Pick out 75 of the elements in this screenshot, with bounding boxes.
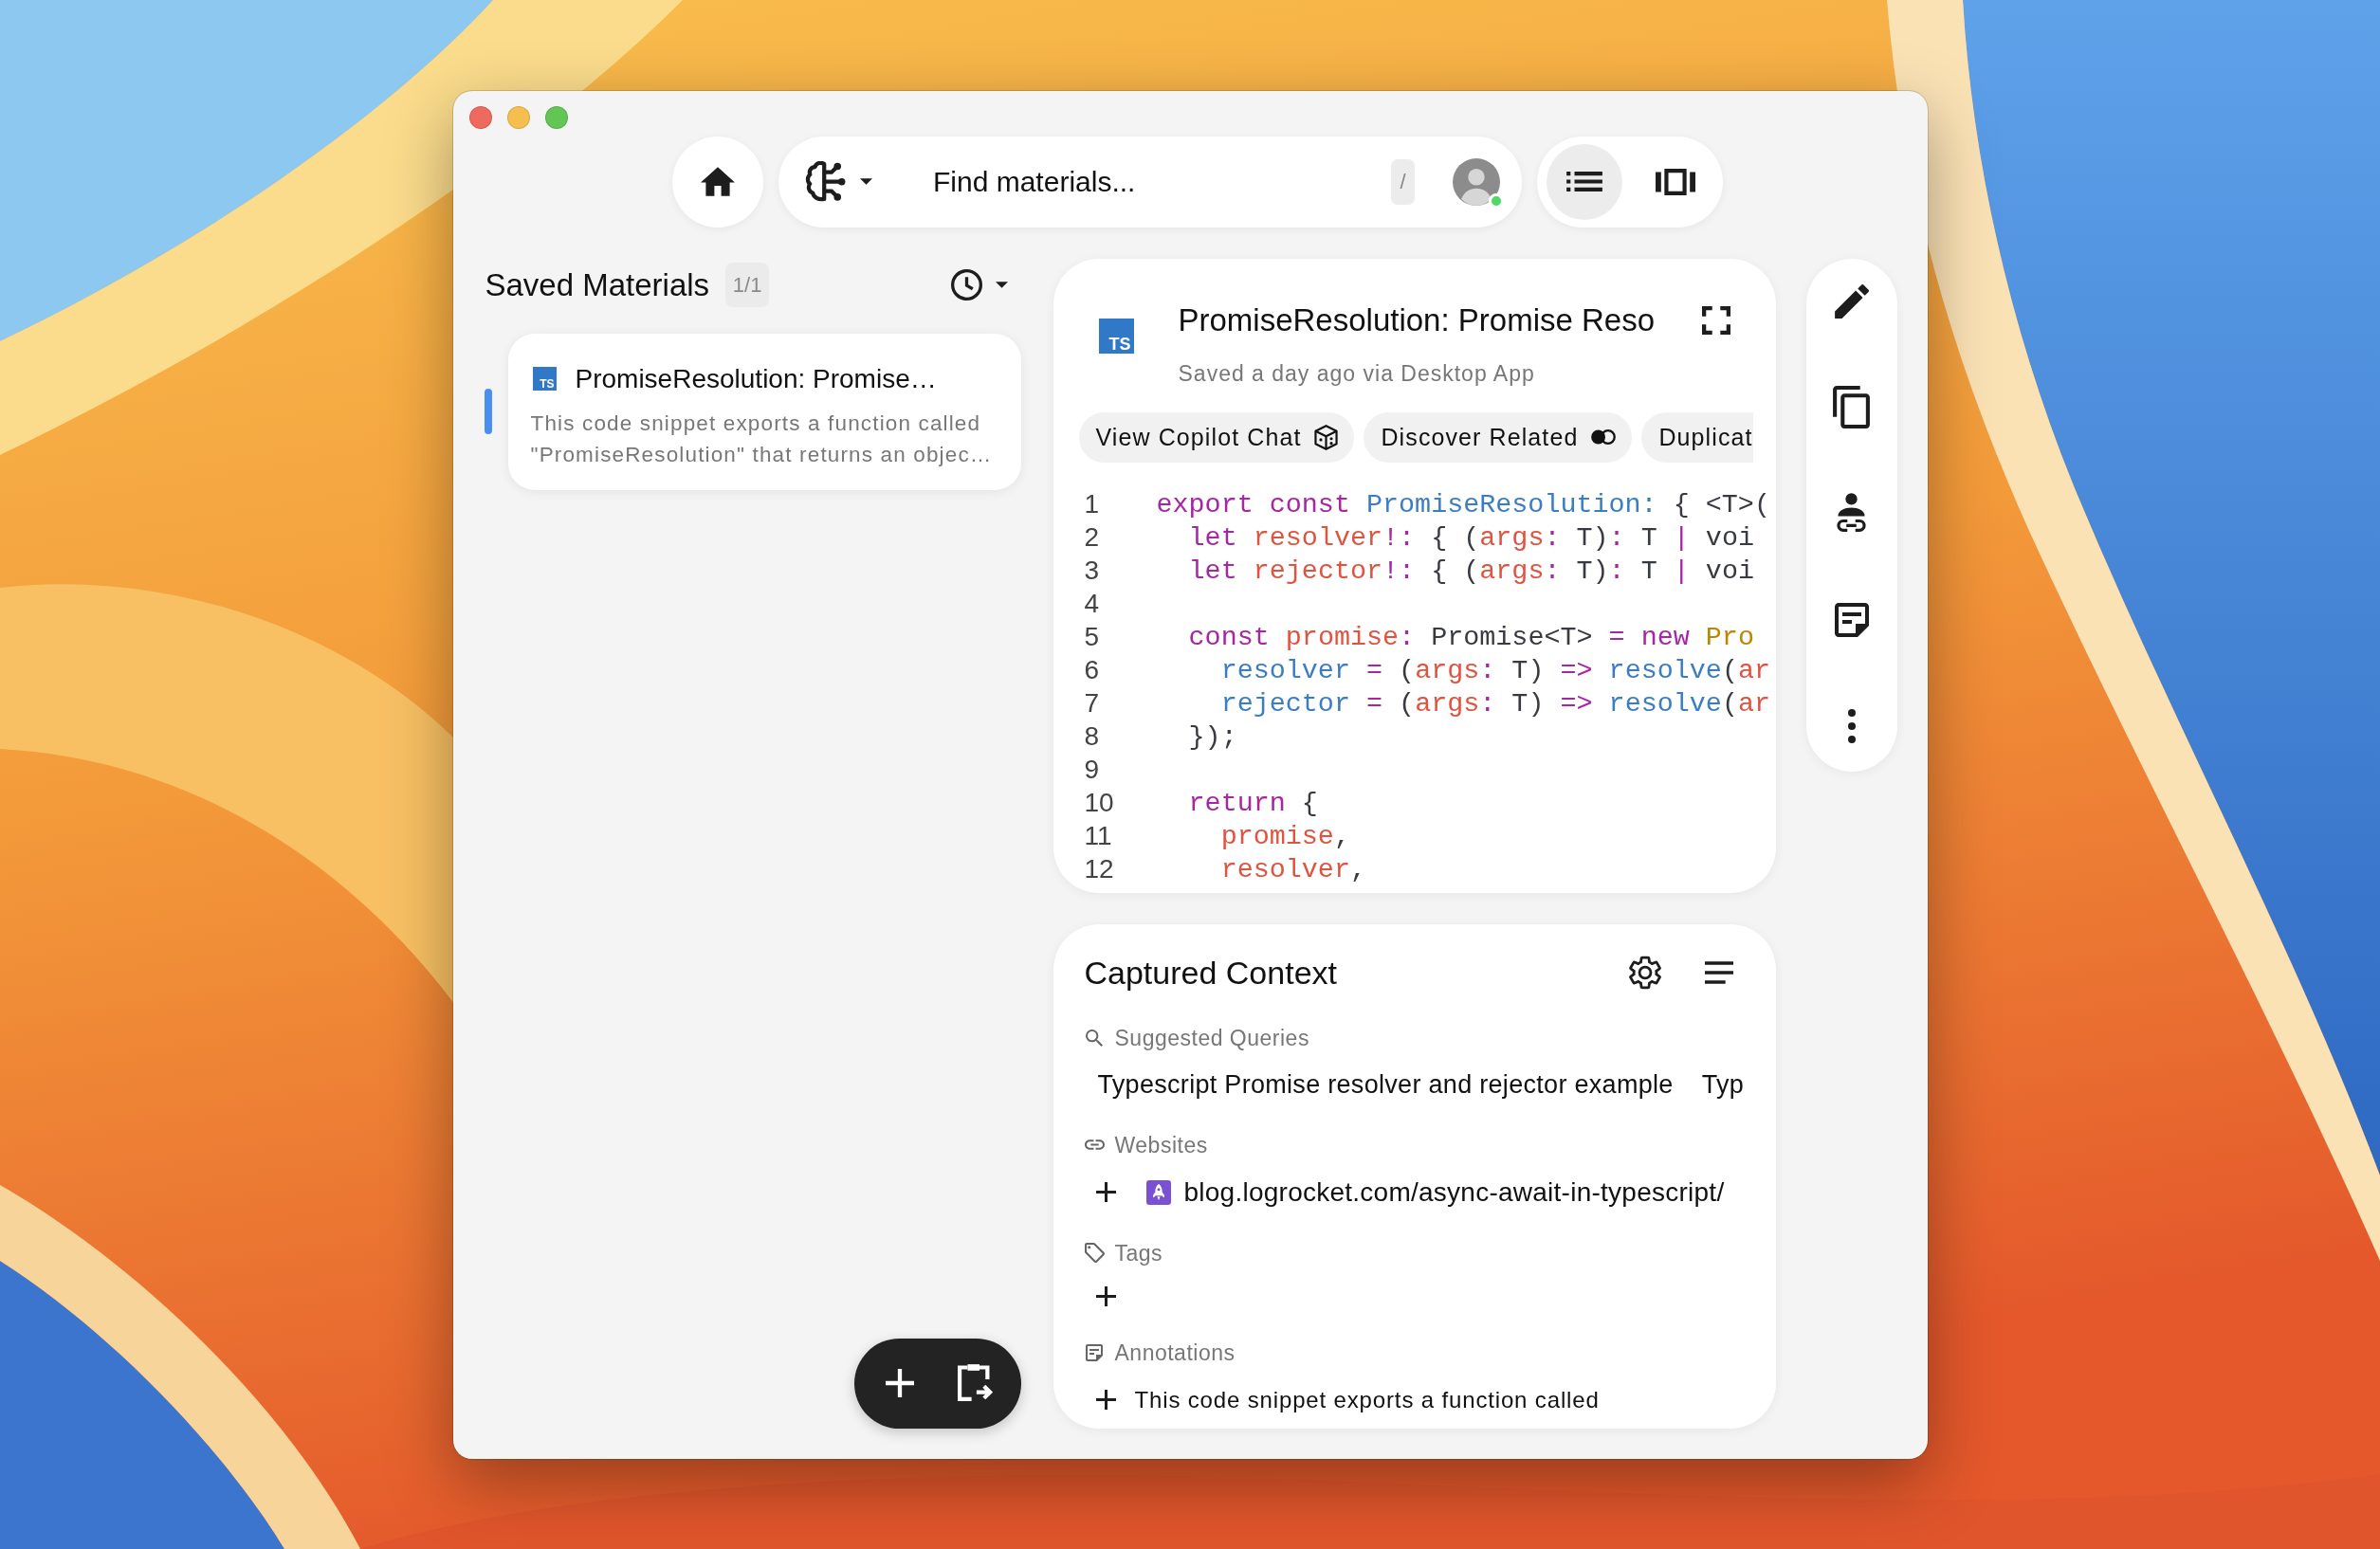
line-number: 11 (1083, 821, 1113, 851)
line-number: 9 (1083, 755, 1101, 785)
rocket-icon (1145, 1179, 1171, 1205)
expand-icon[interactable] (1701, 305, 1730, 335)
copy-icon[interactable] (1833, 386, 1870, 428)
close-button[interactable] (468, 105, 492, 129)
note-icon[interactable] (1834, 602, 1869, 637)
avatar-icon[interactable] (1453, 157, 1500, 206)
search-field[interactable]: Find materials... (933, 162, 1376, 201)
person-link-icon[interactable] (1837, 493, 1866, 534)
plus-icon[interactable] (885, 1369, 914, 1397)
saved-info: Saved a day ago via Desktop App (1178, 359, 1536, 387)
line-number: 4 (1083, 589, 1101, 619)
cube-icon (1314, 424, 1339, 450)
action-button[interactable]: Discover Related (1364, 411, 1633, 463)
context-title: Captured Context (1084, 953, 1337, 993)
clipboard-arrow-icon[interactable] (957, 1364, 993, 1402)
text-lines-icon[interactable] (1704, 961, 1733, 984)
file-type-badge: TS (1098, 318, 1134, 354)
material-card[interactable]: TS PromiseResolution: Promise… This code snippet exports a function called "PromiseResolution" that returns an objec… (507, 333, 1021, 490)
code-line: let rejector!: { (args: T): T | voi (1187, 555, 1754, 587)
plus-icon[interactable] (1095, 1182, 1116, 1202)
more-icon[interactable] (1847, 708, 1856, 743)
code-line: resolver = (args: T) => resolve(ar (1219, 654, 1770, 686)
section-label: Annotations (1114, 1339, 1236, 1366)
plus-icon[interactable] (1095, 1390, 1116, 1410)
line-number: 6 (1083, 655, 1101, 685)
suggested-query[interactable]: Typescript Promise resolver and rejector example (1084, 1068, 1687, 1100)
code-line: }); (1187, 720, 1237, 753)
suggested-query[interactable]: Typ (1688, 1068, 1758, 1100)
line-number: 10 (1083, 788, 1115, 818)
action-button[interactable]: Duplicat (1641, 411, 1753, 463)
plus-icon[interactable] (1095, 1286, 1116, 1306)
line-number: 12 (1083, 854, 1115, 884)
line-number: 8 (1083, 721, 1101, 752)
panel-title: Saved Materials (485, 266, 710, 303)
clock-icon[interactable] (950, 269, 982, 301)
overlapping-circles-icon (1591, 429, 1617, 445)
line-number: 2 (1083, 522, 1101, 553)
settings-icon[interactable] (1628, 956, 1661, 990)
line-number: 7 (1083, 688, 1101, 719)
code-line: const promise: Promise<T> = new Pro (1187, 621, 1754, 653)
detail-title: PromiseResolution: Promise Reso (1178, 301, 1657, 339)
file-type-badge: TS (532, 367, 557, 391)
website-link[interactable]: blog.logrocket.com/async-await-in-typescript/ (1183, 1176, 1725, 1208)
caret-icon[interactable] (995, 282, 1008, 288)
code-line: return { (1187, 787, 1318, 819)
home-icon (701, 167, 735, 196)
annotation-text: This code snippet exports a function called (1134, 1386, 1600, 1413)
code-line: export const PromiseResolution: { <T>( (1156, 488, 1770, 520)
material-description: This code snippet exports a function called "PromiseResolution" that returns an objec… (530, 410, 994, 468)
carousel-icon (1656, 168, 1695, 195)
tag-icon (1084, 1243, 1105, 1263)
caret-icon[interactable] (860, 178, 872, 185)
code-line: let resolver!: { (args: T): T | voi (1187, 521, 1754, 554)
pencil-icon[interactable] (1834, 283, 1869, 319)
link-icon (1084, 1139, 1105, 1150)
note-icon (1086, 1343, 1103, 1361)
search-icon (1086, 1029, 1103, 1047)
line-number: 1 (1083, 489, 1101, 519)
action-button[interactable]: View Copilot Chat (1078, 411, 1355, 463)
section-label: Websites (1114, 1131, 1208, 1158)
section-label: Tags (1114, 1239, 1163, 1267)
list-view-button[interactable] (1547, 143, 1622, 220)
shortcut-key: / (1391, 158, 1415, 205)
code-line: promise, (1219, 820, 1350, 852)
material-title: PromiseResolution: Promise… (575, 363, 937, 394)
list-icon (1566, 172, 1602, 191)
line-number: 5 (1083, 622, 1101, 652)
code-line: resolver, (1219, 853, 1366, 885)
count-badge: 1/1 (725, 263, 770, 307)
code-line: rejector = (args: T) => resolve(ar (1219, 687, 1770, 720)
brain-circuit-icon[interactable] (805, 160, 847, 203)
section-label: Suggested Queries (1114, 1024, 1309, 1051)
line-number: 3 (1083, 556, 1101, 586)
